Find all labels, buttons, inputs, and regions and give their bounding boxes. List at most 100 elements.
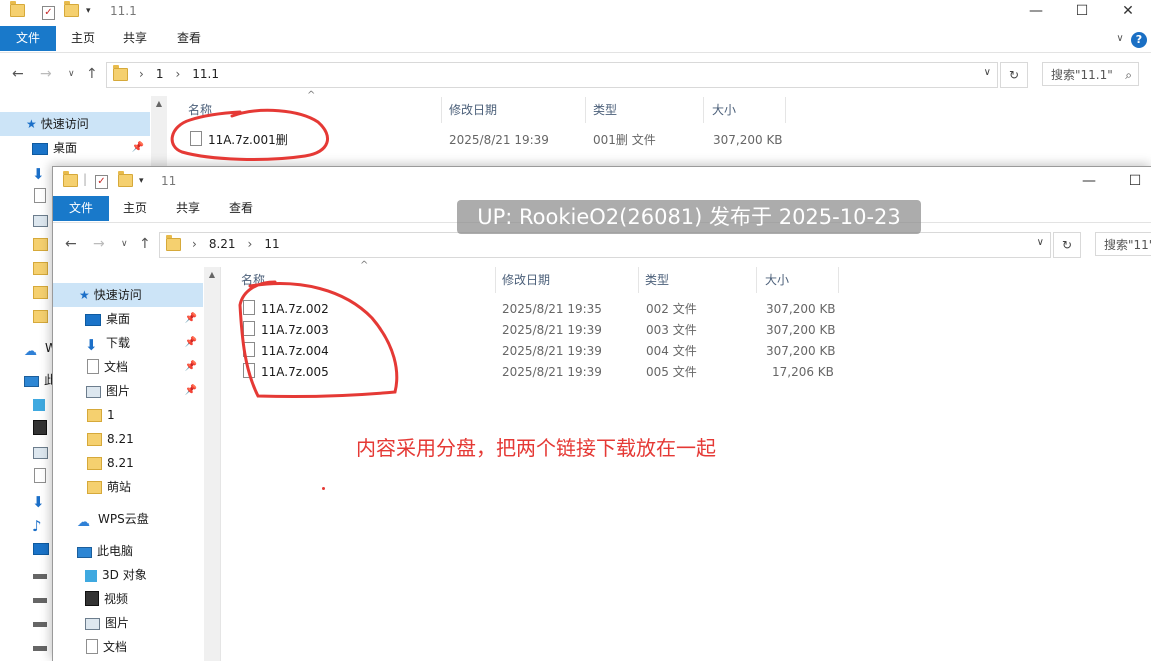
back-arrow-icon[interactable]: ←	[65, 236, 77, 252]
scroll-up-icon[interactable]: ▲	[151, 96, 167, 112]
computer-icon	[24, 376, 39, 387]
help-icon[interactable]: ?	[1131, 32, 1147, 48]
address-dropdown-chevron-icon[interactable]: ∨	[984, 67, 991, 78]
tab-file[interactable]: 文件	[0, 26, 56, 51]
table-row[interactable]: 11A.7z.004	[243, 341, 329, 362]
nav-folder-8-21[interactable]: 8.21	[87, 451, 134, 475]
breadcrumb-item[interactable]: 11	[264, 237, 279, 251]
minimize-button[interactable]: —	[1013, 0, 1059, 24]
column-header-type[interactable]: 类型	[586, 97, 704, 123]
nav-folder[interactable]	[33, 280, 53, 304]
breadcrumb-item[interactable]: 11.1	[192, 67, 219, 81]
file-date: 2025/8/21 19:35	[502, 302, 602, 316]
minimize-button[interactable]: —	[1066, 170, 1112, 194]
nav-drive[interactable]	[33, 584, 52, 608]
nav-folder[interactable]	[33, 304, 53, 328]
forward-arrow-icon[interactable]: →	[40, 66, 52, 82]
nav-pictures[interactable]	[33, 208, 53, 232]
refresh-button[interactable]: ↻	[1000, 62, 1028, 88]
nav-downloads[interactable]: ⬇	[32, 488, 53, 512]
nav-downloads[interactable]: ⬇ 下载 📌	[85, 331, 203, 355]
nav-3d-objects[interactable]	[33, 392, 50, 416]
nav-pc-pictures[interactable]: 图片	[85, 611, 129, 635]
nav-desktop[interactable]	[33, 536, 54, 560]
breadcrumb-item[interactable]: 1	[156, 67, 164, 81]
address-bar[interactable]: › 1 › 11.1 ∨	[106, 62, 998, 88]
table-row[interactable]: 11A.7z.002	[243, 299, 329, 320]
address-dropdown-chevron-icon[interactable]: ∨	[1037, 237, 1044, 248]
search-input[interactable]: 搜索"11.1" ⌕	[1042, 62, 1139, 86]
up-arrow-icon[interactable]: ↑	[139, 236, 151, 252]
column-header-date[interactable]: 修改日期	[496, 267, 639, 293]
new-folder-icon[interactable]	[118, 171, 133, 190]
customize-toolbar-chevron-icon[interactable]: ▾	[86, 6, 91, 16]
ribbon-expand-chevron-icon[interactable]: ∨	[1113, 26, 1127, 51]
recent-locations-chevron-icon[interactable]: ∨	[68, 69, 75, 79]
tab-home[interactable]: 主页	[70, 26, 96, 51]
nav-desktop[interactable]: 桌面 📌	[32, 136, 150, 160]
nav-quick-access[interactable]: ★ 快速访问	[53, 283, 203, 307]
nav-download[interactable]: ⬇	[32, 160, 53, 184]
3d-objects-icon	[85, 570, 97, 582]
nav-video[interactable]: 视频	[85, 587, 128, 611]
column-header-date[interactable]: 修改日期	[442, 97, 586, 123]
nav-pictures[interactable]	[33, 440, 53, 464]
table-row[interactable]: 11A.7z.005	[243, 362, 329, 383]
nav-folder-1[interactable]: 1	[87, 403, 115, 427]
scroll-up-icon[interactable]: ▲	[204, 267, 220, 283]
nav-documents[interactable]	[34, 184, 51, 208]
nav-folder-mengzhan[interactable]: 萌站	[87, 475, 131, 499]
table-row[interactable]: 11A.7z.001删	[190, 130, 288, 151]
nav-documents[interactable]	[34, 464, 51, 488]
nav-folder-8-21[interactable]: 8.21	[87, 427, 134, 451]
tab-share[interactable]: 共享	[122, 26, 148, 51]
nav-pane-scrollbar[interactable]: ▲	[204, 267, 220, 661]
properties-icon[interactable]: ✓	[95, 173, 108, 189]
file-icon	[243, 363, 255, 378]
breadcrumb-item[interactable]: 8.21	[209, 237, 236, 251]
column-header-size[interactable]: 大小	[757, 267, 839, 293]
desktop-icon	[33, 543, 49, 555]
nav-wps-cloud[interactable]: ☁ WPS云盘	[77, 507, 149, 531]
up-arrow-icon[interactable]: ↑	[86, 66, 98, 82]
forward-arrow-icon[interactable]: →	[93, 236, 105, 252]
tab-view[interactable]: 查看	[228, 196, 254, 221]
nav-3d-objects[interactable]: 3D 对象	[85, 563, 147, 587]
column-header-size[interactable]: 大小	[704, 97, 786, 123]
column-header-type[interactable]: 类型	[639, 267, 757, 293]
nav-pictures[interactable]: 图片 📌	[86, 379, 203, 403]
recent-locations-chevron-icon[interactable]: ∨	[121, 239, 128, 249]
column-header-name[interactable]: 名称	[170, 97, 442, 123]
tab-share[interactable]: 共享	[175, 196, 201, 221]
nav-quick-access[interactable]: ★ 快速访问	[0, 112, 150, 136]
nav-video[interactable]	[33, 416, 52, 440]
tab-view[interactable]: 查看	[176, 26, 202, 51]
customize-toolbar-chevron-icon[interactable]: ▾	[139, 176, 144, 186]
nav-music[interactable]: ♪	[32, 512, 53, 536]
file-name: 11A.7z.004	[261, 344, 329, 358]
nav-desktop[interactable]: 桌面 📌	[85, 307, 203, 331]
file-size: 307,200 KB	[713, 133, 783, 147]
refresh-button[interactable]: ↻	[1053, 232, 1081, 258]
search-input[interactable]: 搜索"11"	[1095, 232, 1151, 256]
nav-folder[interactable]	[33, 256, 53, 280]
nav-drive[interactable]	[33, 632, 52, 656]
tab-home[interactable]: 主页	[122, 196, 148, 221]
nav-documents[interactable]: 文档 📌	[87, 355, 203, 379]
table-row[interactable]: 11A.7z.003	[243, 320, 329, 341]
nav-folder[interactable]	[33, 232, 53, 256]
file-type: 005 文件	[646, 365, 697, 379]
properties-icon[interactable]: ✓	[42, 4, 55, 20]
address-bar[interactable]: › 8.21 › 11 ∨	[159, 232, 1051, 258]
nav-pc-documents[interactable]: 文档	[86, 635, 127, 659]
close-button[interactable]: ✕	[1105, 0, 1151, 24]
new-folder-icon[interactable]	[64, 1, 79, 20]
tab-file[interactable]: 文件	[53, 196, 109, 221]
maximize-button[interactable]: ☐	[1059, 0, 1105, 24]
nav-drive[interactable]	[33, 608, 52, 632]
maximize-button[interactable]: ☐	[1112, 170, 1151, 194]
column-header-name[interactable]: 名称	[223, 267, 496, 293]
nav-drive[interactable]	[33, 560, 52, 584]
nav-this-pc[interactable]: 此电脑	[77, 539, 133, 563]
back-arrow-icon[interactable]: ←	[12, 66, 24, 82]
